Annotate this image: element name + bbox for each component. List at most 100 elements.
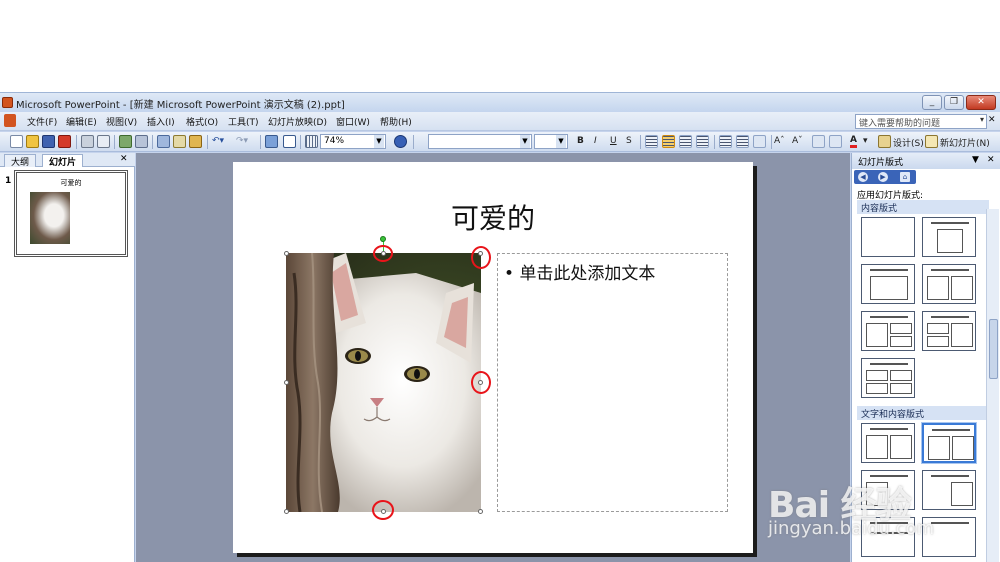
italic-button[interactable]: I (594, 136, 597, 146)
font-size-select[interactable]: ▼ (534, 134, 568, 149)
home-icon[interactable]: ⌂ (900, 172, 910, 182)
align-left-icon[interactable] (645, 135, 658, 148)
layout-title-two-content[interactable] (922, 264, 976, 304)
forward-icon[interactable]: ▶ (878, 172, 888, 182)
align-right-icon[interactable] (679, 135, 692, 148)
menu-slideshow[interactable]: 幻灯片放映(D) (268, 115, 327, 128)
new-icon[interactable] (10, 135, 23, 148)
chevron-down-icon[interactable]: ▼ (520, 135, 530, 148)
help-icon[interactable] (394, 135, 407, 148)
pane-close-button[interactable]: ✕ (120, 154, 128, 164)
menu-window[interactable]: 窗口(W) (336, 115, 370, 128)
chart-icon[interactable] (265, 135, 278, 148)
redo-icon[interactable]: ↷▾ (236, 136, 248, 146)
scrollbar-thumb[interactable] (989, 319, 998, 379)
copy-icon[interactable] (173, 135, 186, 148)
zoom-value: 74% (324, 136, 345, 146)
resize-handle-se[interactable] (478, 509, 483, 514)
section-text-content-layouts[interactable]: 文字和内容版式 (857, 406, 989, 420)
undo-icon[interactable]: ↶▾ (212, 136, 224, 146)
demote-icon[interactable] (812, 135, 825, 148)
pane-tabs: 大纲 幻灯片 ✕ (0, 153, 135, 168)
menu-edit[interactable]: 编辑(E) (66, 115, 97, 128)
underline-button[interactable]: U (610, 136, 617, 146)
toolbar-separator (76, 135, 77, 149)
layout-content-text-selected[interactable] (922, 423, 976, 463)
promote-icon[interactable] (829, 135, 842, 148)
paste-icon[interactable] (189, 135, 202, 148)
shadow-button[interactable]: S (626, 136, 632, 146)
bullets-icon[interactable] (736, 135, 749, 148)
design-icon[interactable] (878, 135, 891, 148)
document-close-button[interactable]: ✕ (988, 115, 996, 125)
chevron-down-icon[interactable]: ▼ (374, 135, 384, 148)
bold-button[interactable]: B (577, 136, 584, 146)
menu-format[interactable]: 格式(O) (186, 115, 218, 128)
back-icon[interactable]: ◀ (858, 172, 868, 182)
section-content-layouts[interactable]: 内容版式 (857, 200, 989, 214)
print-preview-icon[interactable] (97, 135, 110, 148)
align-center-icon[interactable] (662, 135, 675, 148)
layout-text-content[interactable] (861, 423, 915, 463)
chevron-down-icon[interactable]: ▾ (980, 115, 984, 124)
layout-title-two-content-stacked[interactable] (922, 311, 976, 351)
tab-slides[interactable]: 幻灯片 (42, 154, 84, 168)
increase-font-icon[interactable]: Aˆ (774, 136, 785, 146)
menu-help[interactable]: 帮助(H) (380, 115, 412, 128)
cut-icon[interactable] (157, 135, 170, 148)
save-icon[interactable] (42, 135, 55, 148)
cat-photo[interactable] (286, 253, 481, 512)
open-icon[interactable] (26, 135, 39, 148)
chevron-down-icon[interactable]: ▼ (972, 155, 979, 165)
increase-indent-icon[interactable] (753, 135, 766, 148)
tab-outline[interactable]: 大纲 (4, 154, 37, 168)
help-search-input[interactable]: 键入需要帮助的问题 ▾ (855, 114, 987, 129)
layout-blank[interactable] (861, 217, 915, 257)
justify-icon[interactable] (696, 135, 709, 148)
font-name-select[interactable]: ▼ (428, 134, 532, 149)
content-bullet[interactable]: • 单击此处添加文本 (504, 259, 655, 284)
rotation-handle[interactable] (380, 236, 386, 242)
close-icon[interactable]: ✕ (987, 155, 995, 165)
new-slide-button[interactable]: 新幻灯片(N) (940, 136, 990, 149)
resize-handle-nw[interactable] (284, 251, 289, 256)
document-icon[interactable] (4, 114, 16, 127)
layout-content[interactable] (922, 217, 976, 257)
chevron-down-icon[interactable]: ▾ (863, 136, 868, 146)
decrease-font-icon[interactable]: Aˇ (792, 136, 803, 146)
toolbar-separator (714, 135, 715, 149)
toolbar-separator (771, 135, 772, 149)
permission-icon[interactable] (58, 135, 71, 148)
toolbar-separator (114, 135, 115, 149)
layout-title-content-two[interactable] (861, 311, 915, 351)
resize-handle-w[interactable] (284, 380, 289, 385)
minimize-button[interactable]: _ (922, 95, 942, 110)
menu-file[interactable]: 文件(F) (27, 115, 57, 128)
resize-handle-sw[interactable] (284, 509, 289, 514)
zoom-select[interactable]: 74% ▼ (320, 134, 386, 149)
restore-button[interactable]: ❐ (944, 95, 964, 110)
chevron-down-icon[interactable]: ▼ (556, 135, 566, 148)
layout-title-content[interactable] (861, 264, 915, 304)
grid-icon[interactable] (305, 135, 318, 148)
content-placeholder[interactable]: • 单击此处添加文本 (497, 253, 728, 512)
design-button[interactable]: 设计(S) (893, 136, 924, 149)
slide-thumbnail[interactable]: 可爱的 (14, 170, 128, 257)
menu-bar: 文件(F) 编辑(E) 视图(V) 插入(I) 格式(O) 工具(T) 幻灯片放… (0, 112, 1000, 131)
slide-title[interactable]: 可爱的 (233, 197, 753, 237)
font-color-button[interactable]: A (850, 136, 857, 148)
new-slide-icon[interactable] (925, 135, 938, 148)
research-icon[interactable] (135, 135, 148, 148)
slide[interactable]: 可爱的 • 单击此处添加文本 (233, 162, 753, 553)
table-icon[interactable] (283, 135, 296, 148)
numbering-icon[interactable] (719, 135, 732, 148)
menu-tools[interactable]: 工具(T) (228, 115, 259, 128)
menu-insert[interactable]: 插入(I) (147, 115, 175, 128)
print-icon[interactable] (81, 135, 94, 148)
toolbar-separator (300, 135, 301, 149)
title-bar: Microsoft PowerPoint - [新建 Microsoft Pow… (0, 92, 1000, 112)
spelling-icon[interactable] (119, 135, 132, 148)
menu-view[interactable]: 视图(V) (106, 115, 137, 128)
layout-title-four-content[interactable] (861, 358, 915, 398)
close-button[interactable]: ✕ (966, 95, 996, 110)
